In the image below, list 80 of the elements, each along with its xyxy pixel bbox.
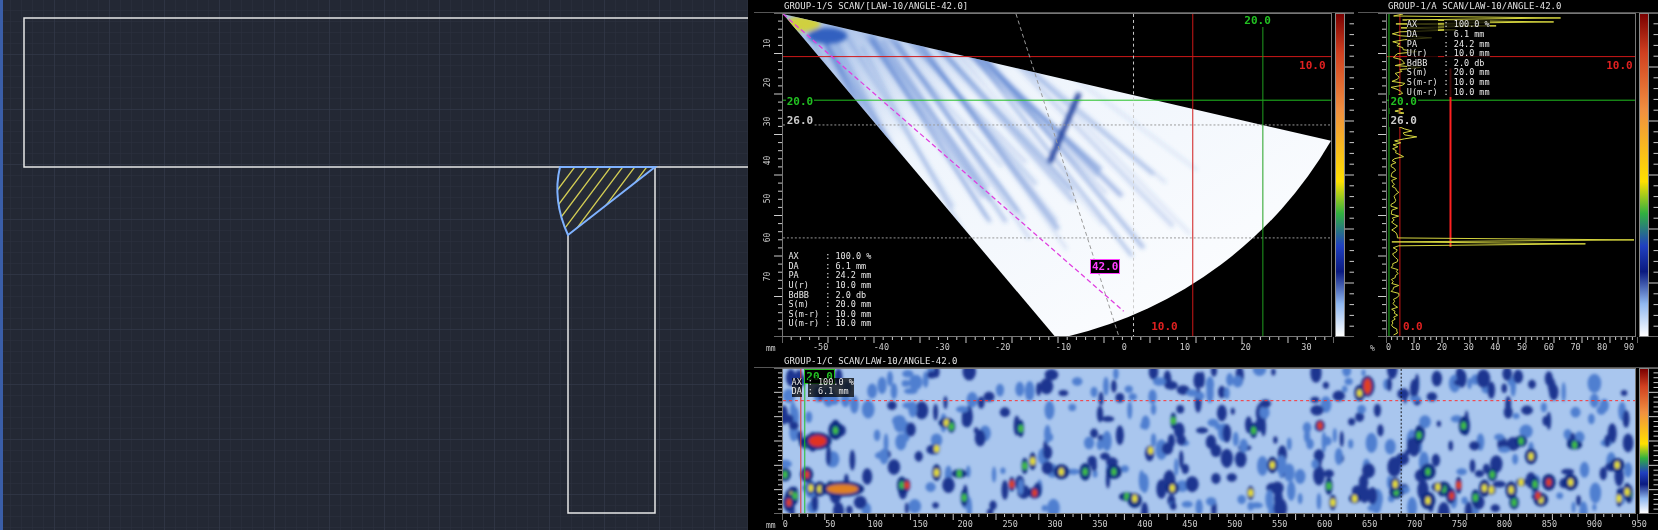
y-tick-label: 10 (763, 38, 773, 49)
readout-value: : 10.0 mm (825, 281, 872, 291)
y-tick-label: 40 (763, 155, 773, 165)
cursor-value-label: 20.0 (1243, 14, 1272, 27)
x-tick-label: 30 (1463, 342, 1474, 352)
readout-label: DA (791, 387, 802, 397)
x-tick-label: 700 (1406, 519, 1423, 529)
x-tick-label: -50 (812, 342, 829, 352)
readout-label: U(m-r) (788, 319, 820, 329)
y-tick-label: 50 (763, 194, 773, 204)
x-tick-label: 70 (1570, 342, 1581, 352)
x-tick-label: 950 (1631, 519, 1647, 529)
cursor-value-label: 10.0 (1150, 319, 1179, 333)
x-tick-label: 20 (1436, 342, 1448, 352)
axis-unit: mm (766, 344, 776, 353)
x-tick-label: 550 (1272, 519, 1288, 529)
readout-value: : 10.0 mm (1443, 87, 1490, 98)
readout-value: : 100.0 % (1443, 20, 1490, 31)
y-tick-label: 20 (763, 77, 773, 88)
readout-label: U(r) (1406, 49, 1438, 59)
x-tick-label: 80 (1597, 342, 1608, 352)
x-tick-label: 50 (825, 519, 836, 529)
readout-label: AX (791, 377, 802, 388)
readout-label: S(m-r) (1406, 78, 1438, 88)
y-tick-label: 70 (763, 271, 773, 282)
x-tick-label: 100 (867, 519, 883, 529)
readout-value: : 10.0 mm (1443, 78, 1490, 88)
x-tick-label: 250 (1002, 519, 1018, 529)
readout-value: : 20.0 mm (825, 300, 872, 310)
readout-label: S(m-r) (788, 309, 820, 320)
cursor-value-label: 26.0 (785, 113, 815, 127)
x-tick-label: 10 (1410, 342, 1421, 352)
axis-unit: % (1370, 344, 1375, 353)
cursor-value-label: 26.0 (1389, 113, 1418, 127)
x-tick-label: -20 (995, 342, 1011, 352)
y-tick-label: 60 (763, 233, 773, 243)
x-tick-label: 850 (1541, 519, 1558, 529)
x-tick-label: 900 (1586, 519, 1602, 529)
x-tick-label: 0 (1121, 342, 1127, 352)
axis-unit: mm (766, 521, 776, 530)
readout-value: : 10.0 mm (825, 309, 872, 320)
x-tick-label: 450 (1182, 519, 1198, 529)
readout-value: : 100.0 % (825, 252, 872, 262)
y-tick-label: 30 (763, 116, 773, 126)
x-tick-label: 400 (1137, 519, 1153, 529)
x-tick-label: 60 (1543, 342, 1554, 352)
x-tick-label: -30 (934, 342, 950, 352)
readout-value: : 10.0 mm (1443, 49, 1490, 59)
cursor-value-label: 20.0 (1389, 94, 1418, 108)
x-tick-label: -10 (1055, 342, 1072, 352)
scan-title: GROUP-1/A SCAN/LAW-10/ANGLE-42.0 (1358, 0, 1658, 13)
x-tick-label: 20 (1240, 342, 1251, 352)
x-tick-label: 500 (1227, 519, 1243, 529)
x-tick-label: 150 (912, 519, 928, 529)
x-tick-label: 0 (1385, 342, 1392, 352)
readout-label: AX (1406, 20, 1438, 31)
x-tick-label: 200 (957, 519, 973, 529)
x-tick-label: 650 (1361, 519, 1378, 529)
cursor-value-label: 20.0 (785, 94, 815, 108)
readout-value: : 10.0 mm (825, 319, 872, 329)
scan-title: GROUP-1/S SCAN/[LAW-10/ANGLE-42.0] (754, 0, 1354, 13)
x-tick-label: 40 (1490, 342, 1501, 352)
cursor-value-label: 0.0 (1401, 319, 1424, 333)
readout-label: U(m-r) (1406, 87, 1438, 98)
x-tick-label: 600 (1317, 519, 1333, 529)
x-tick-label: 0 (782, 519, 788, 529)
readout-value: : 6.1 mm (807, 387, 854, 397)
x-tick-label: 10 (1179, 342, 1191, 352)
scan-title: GROUP-1/C SCAN/LAW-10/ANGLE-42.0 (754, 355, 1658, 368)
readout-label: DA (1406, 30, 1438, 40)
x-tick-label: 90 (1623, 342, 1635, 352)
x-tick-label: -40 (873, 342, 890, 352)
x-tick-label: 800 (1496, 519, 1513, 529)
x-tick-label: 350 (1092, 519, 1108, 529)
x-tick-label: 30 (1301, 342, 1312, 352)
x-tick-label: 750 (1451, 519, 1468, 529)
readout-value: : 20.0 mm (1443, 68, 1490, 78)
readout-value: : 24.2 mm (1443, 39, 1490, 50)
x-tick-label: 300 (1047, 519, 1063, 529)
x-tick-label: 50 (1516, 342, 1528, 352)
